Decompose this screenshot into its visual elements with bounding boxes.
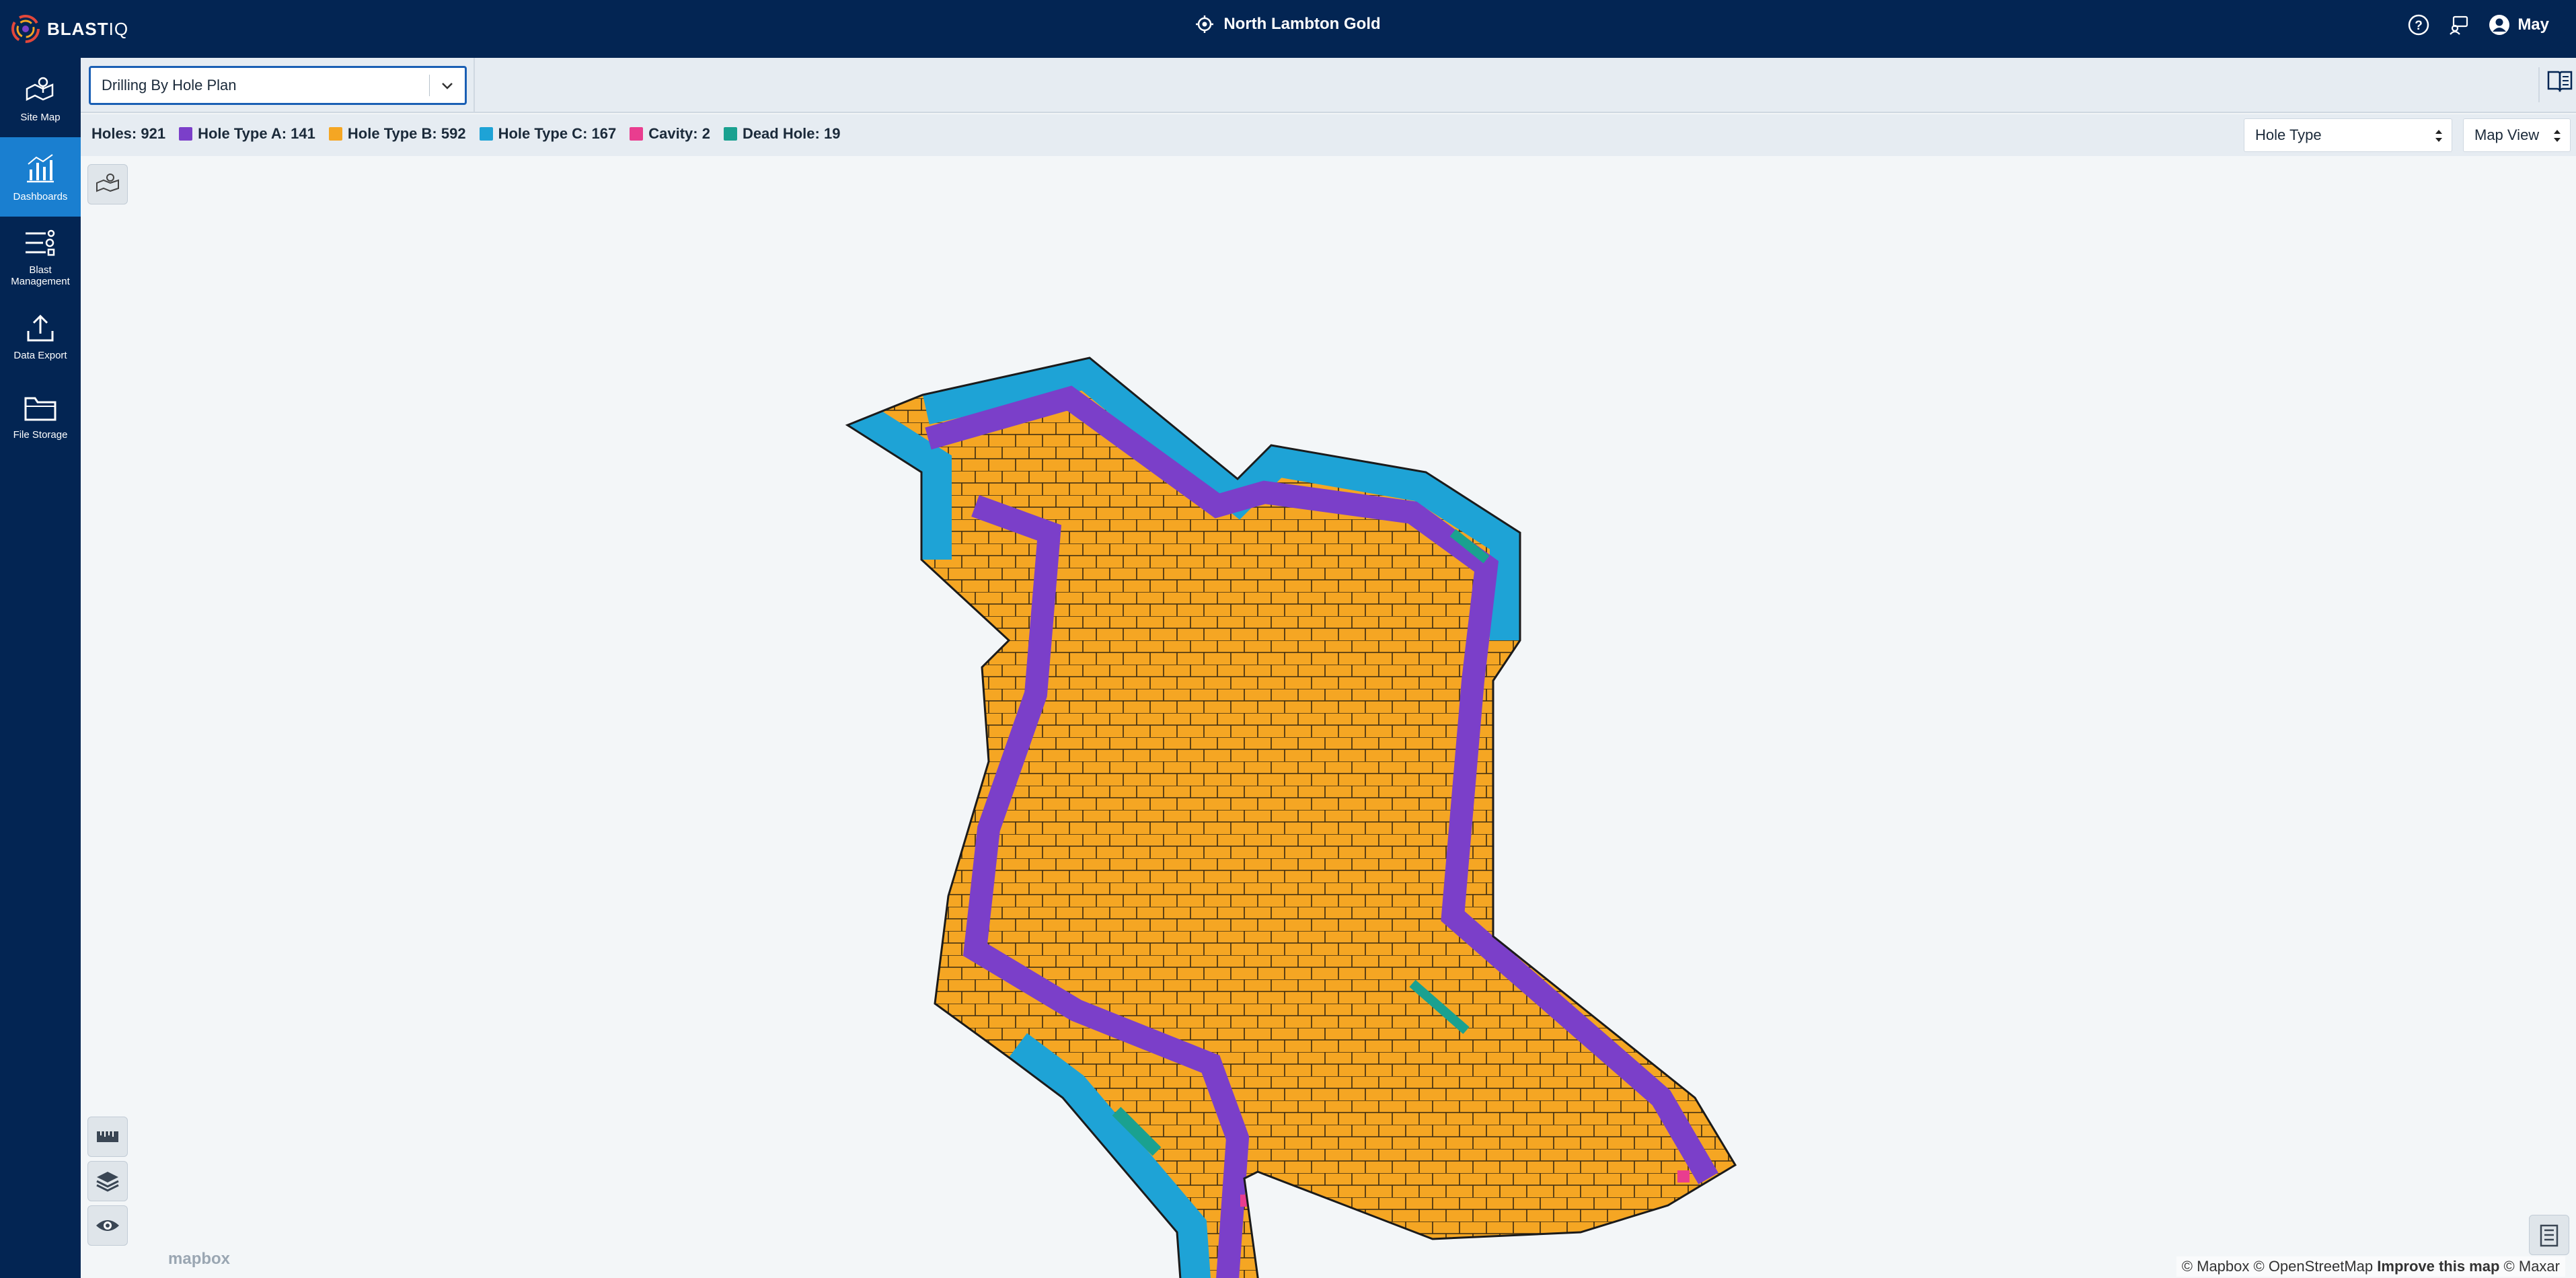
sidebar-item-site-map[interactable]: Site Map <box>0 58 81 137</box>
sidebar-item-blast-management[interactable]: Blast Management <box>0 217 81 296</box>
toolbar: Drilling By Hole Plan <box>81 58 2576 113</box>
chevron-down-icon <box>442 83 453 89</box>
legend-panel-button[interactable] <box>2529 1215 2569 1255</box>
map-canvas[interactable]: mapbox © Mapbox © OpenStreetMap Improve … <box>81 156 2576 1278</box>
blast-pattern <box>845 356 1737 1278</box>
sidebar-item-label: Dashboards <box>13 190 68 202</box>
hole-legend: Holes: 921 Hole Type A: 141 Hole Type B:… <box>91 125 840 143</box>
legend-bar: Holes: 921 Hole Type A: 141 Hole Type B:… <box>81 114 2576 156</box>
ruler-icon <box>97 1131 118 1142</box>
swatch-cavity <box>630 127 644 141</box>
view-mode-value: Map View <box>2474 126 2540 143</box>
visibility-button[interactable] <box>87 1205 128 1246</box>
guide-button[interactable] <box>2538 67 2573 102</box>
select-arrows-icon <box>2554 130 2561 142</box>
feedback-icon[interactable] <box>2448 13 2470 36</box>
sidebar-item-label: File Storage <box>13 428 68 441</box>
attribution-text: © Mapbox © OpenStreetMap <box>2181 1258 2374 1275</box>
legend-label: Hole Type A: 141 <box>198 125 315 142</box>
swatch-type-c <box>479 127 493 141</box>
layers-icon <box>96 1172 119 1192</box>
legend-item-cavity[interactable]: Cavity: 2 <box>630 125 710 143</box>
svg-text:?: ? <box>2415 19 2423 33</box>
data-export-icon <box>27 314 54 341</box>
color-by-select[interactable]: Hole Type <box>2244 118 2452 152</box>
swatch-type-b <box>328 127 342 141</box>
legend-item-type-b[interactable]: Hole Type B: 592 <box>328 125 466 143</box>
mapbox-logo[interactable]: mapbox <box>168 1250 230 1269</box>
location-target-icon <box>1196 15 1214 33</box>
site-selector[interactable]: North Lambton Gold <box>0 15 2576 34</box>
blast-management-icon <box>26 229 55 256</box>
holes-count: Holes: 921 <box>91 125 166 142</box>
improve-map-link[interactable]: Improve this map <box>2377 1258 2499 1275</box>
legend-label: Hole Type B: 592 <box>347 125 466 142</box>
legend-item-dead-hole[interactable]: Dead Hole: 19 <box>723 125 841 143</box>
sidebar-item-label: Data Export <box>13 349 67 361</box>
eye-icon <box>96 1220 119 1231</box>
legend-label: Cavity: 2 <box>648 125 710 142</box>
sidebar-item-file-storage[interactable]: File Storage <box>0 375 81 455</box>
toolbar-divider <box>473 58 475 112</box>
help-icon[interactable]: ? <box>2407 13 2430 36</box>
user-name: May <box>2517 15 2549 34</box>
select-divider <box>429 75 430 96</box>
sidebar-item-label: Site Map <box>20 111 61 123</box>
book-icon <box>2547 71 2573 93</box>
legend-label: Dead Hole: 19 <box>742 125 841 142</box>
color-by-value: Hole Type <box>2255 126 2322 143</box>
file-storage-icon <box>24 397 56 420</box>
sidebar: Site Map Dashboards Blast Management Dat… <box>0 58 81 1278</box>
dashboards-icon <box>27 153 54 182</box>
legend-item-type-c[interactable]: Hole Type C: 167 <box>479 125 617 143</box>
user-menu[interactable]: May <box>2488 13 2549 36</box>
maxar-text: © Maxar <box>2503 1258 2560 1275</box>
user-avatar-icon <box>2489 15 2510 35</box>
sidebar-item-label: Blast Management <box>11 264 70 287</box>
top-bar: BLASTIQ North Lambton Gold ? May <box>0 0 2576 58</box>
mapbox-logo-text: mapbox <box>168 1250 231 1268</box>
site-map-icon <box>26 77 54 101</box>
site-name: North Lambton Gold <box>1223 15 1381 33</box>
legend-label: Hole Type C: 167 <box>498 125 617 142</box>
measure-button[interactable] <box>87 1117 128 1157</box>
swatch-dead-hole <box>723 127 737 141</box>
plan-select-value: Drilling By Hole Plan <box>102 77 237 93</box>
view-mode-select[interactable]: Map View <box>2463 118 2571 152</box>
sidebar-item-dashboards[interactable]: Dashboards <box>0 137 81 217</box>
list-icon <box>2540 1224 2559 1247</box>
sidebar-item-data-export[interactable]: Data Export <box>0 296 81 375</box>
legend-item-type-a[interactable]: Hole Type A: 141 <box>179 125 315 143</box>
select-arrows-icon <box>2435 130 2442 142</box>
swatch-type-a <box>179 127 193 141</box>
layers-button[interactable] <box>87 1161 128 1201</box>
plan-select[interactable]: Drilling By Hole Plan <box>89 66 467 105</box>
map-attribution: © Mapbox © OpenStreetMap Improve this ma… <box>2176 1256 2565 1277</box>
